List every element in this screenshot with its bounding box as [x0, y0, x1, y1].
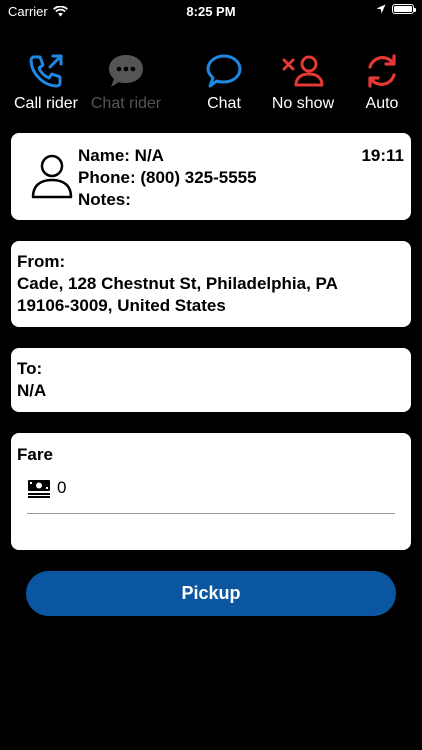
chat-label: Chat: [207, 95, 241, 112]
user-x-icon: [282, 55, 324, 87]
call-rider-button[interactable]: Call rider: [4, 50, 88, 113]
to-block: To: N/A: [17, 358, 405, 402]
chat-bubble-icon: [206, 54, 242, 88]
chat-rider-label: Chat rider: [90, 95, 162, 112]
auto-label: Auto: [365, 95, 399, 112]
refresh-icon: [368, 54, 396, 88]
rider-name: Name: N/A: [78, 146, 164, 165]
rider-info: Name: N/A Phone: (800) 325-5555 Notes:: [78, 145, 257, 211]
fare-title: Fare: [17, 445, 53, 464]
no-show-button[interactable]: No show: [261, 50, 345, 113]
pickup-button-label: Pickup: [181, 583, 241, 603]
money-icon: [28, 480, 50, 498]
to-value: N/A: [17, 381, 47, 400]
from-address-line1: Cade, 128 Chestnut St, Philadelphia, PA: [17, 274, 338, 293]
from-address-line2: 19106-3009, United States: [17, 296, 226, 315]
status-bar: Carrier 8:25 PM: [0, 0, 422, 22]
call-rider-label: Call rider: [13, 95, 78, 112]
from-block: From: Cade, 128 Chestnut St, Philadelphi…: [17, 251, 405, 317]
to-card: To: N/A: [11, 348, 411, 412]
auto-button[interactable]: Auto: [340, 50, 422, 113]
user-avatar-icon: [31, 154, 73, 199]
from-title: From:: [17, 252, 66, 271]
phone-call-icon: [29, 54, 63, 88]
fare-value[interactable]: 0: [57, 478, 66, 498]
fare-input[interactable]: 0: [27, 478, 66, 498]
chat-rider-button[interactable]: Chat rider: [84, 50, 168, 113]
chat-bubble-dots-icon: [109, 55, 143, 87]
fare-card: Fare 0: [11, 433, 411, 550]
no-show-label: No show: [271, 95, 335, 112]
rider-notes: Notes:: [78, 190, 131, 209]
to-title: To:: [17, 359, 43, 378]
action-toolbar: Call rider Chat rider Chat No show Auto: [0, 50, 422, 120]
fare-input-underline: [27, 513, 395, 514]
status-time: 8:25 PM: [186, 4, 236, 19]
location-arrow-icon: [376, 4, 386, 14]
rider-card: Name: N/A Phone: (800) 325-5555 Notes: 1…: [11, 133, 411, 220]
pickup-button[interactable]: Pickup: [26, 571, 396, 616]
chat-button[interactable]: Chat: [182, 50, 266, 113]
status-right: [376, 4, 416, 14]
battery-icon: [392, 4, 416, 14]
rider-phone[interactable]: Phone: (800) 325-5555: [78, 167, 257, 189]
rider-time: 19:11: [361, 146, 404, 165]
from-card: From: Cade, 128 Chestnut St, Philadelphi…: [11, 241, 411, 327]
